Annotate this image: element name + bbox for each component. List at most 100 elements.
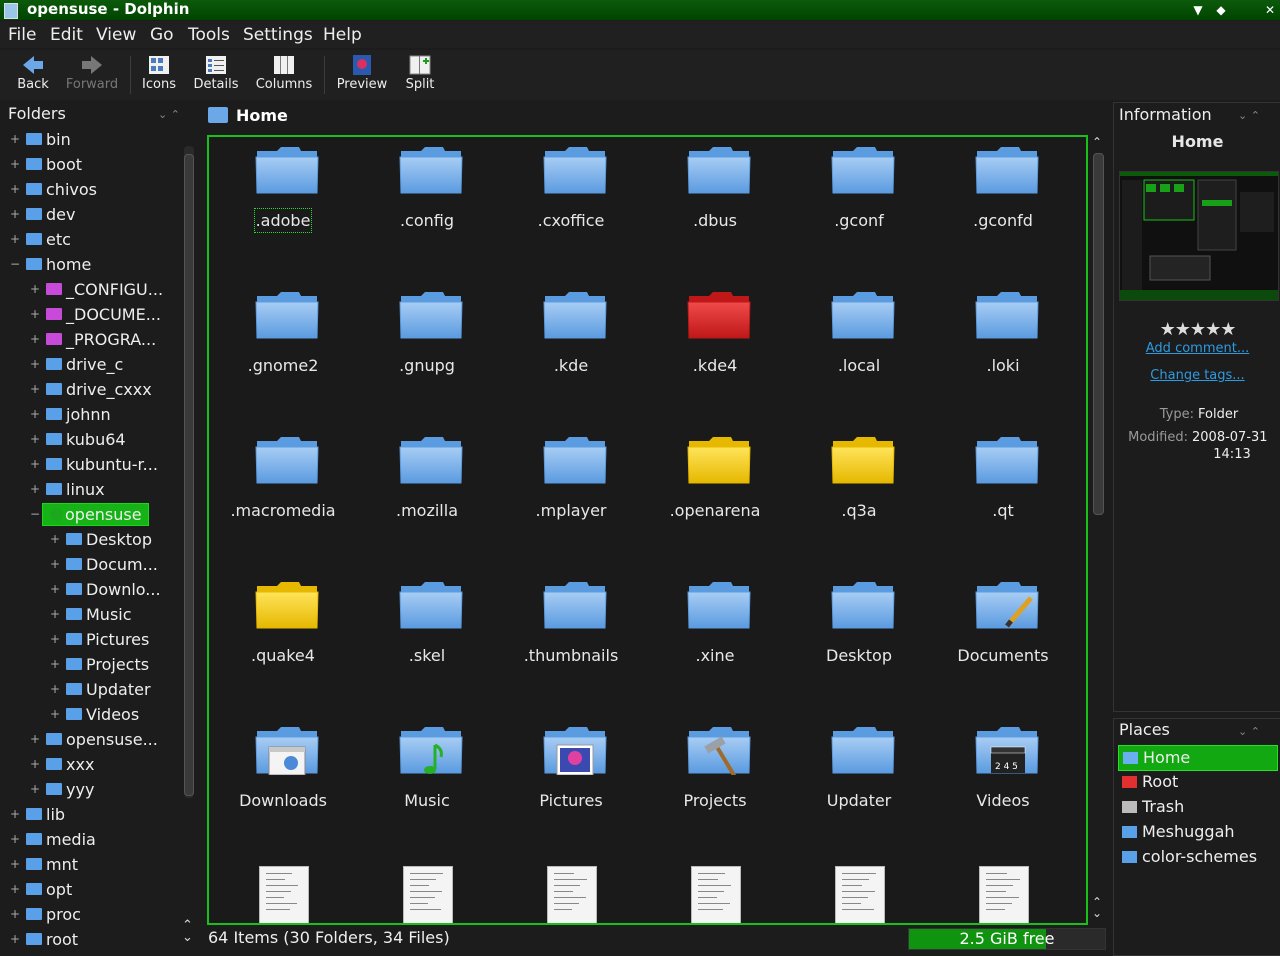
expand-icon[interactable]: + [10,227,20,252]
preview-button[interactable]: Preview [332,54,392,92]
tree-item[interactable]: + Updater [50,677,180,702]
expand-icon[interactable]: + [50,702,60,727]
expand-icon[interactable]: + [10,802,20,827]
folders-scrollbar[interactable] [184,146,194,798]
place-meshuggah[interactable]: Meshuggah [1118,820,1276,844]
place-root[interactable]: Root [1118,770,1276,794]
expand-icon[interactable]: + [30,377,40,402]
folder-item[interactable]: .quake4 [213,574,353,704]
expand-icon[interactable]: + [50,602,60,627]
tree-item[interactable]: + Videos [50,702,180,727]
folder-item[interactable]: Desktop [789,574,929,704]
tree-item[interactable]: + Desktop [50,527,180,552]
forward-button[interactable]: Forward [62,54,122,92]
tree-item[interactable]: − opensuse [30,502,180,527]
tree-item[interactable]: + lib [10,802,180,827]
minimize-icon[interactable]: ▼ [1190,2,1206,18]
tree-item[interactable]: + kubu64 [30,427,180,452]
collapse-icon[interactable]: − [10,252,20,277]
folder-item[interactable]: .adobe [213,139,353,269]
icons-view-button[interactable]: Icons [138,54,180,92]
file-item[interactable] [501,864,641,923]
folder-item[interactable]: .kde4 [645,284,785,414]
folder-item[interactable]: .loki [933,284,1073,414]
folders-scroll-arrows-icon[interactable]: ⌃ ⌄ [182,919,193,944]
tree-item[interactable]: + _CONFIGU... [30,277,180,302]
tree-item[interactable]: + proc [10,902,180,927]
expand-icon[interactable]: + [30,352,40,377]
collapse-icon[interactable]: − [30,502,40,527]
expand-icon[interactable]: + [10,827,20,852]
expand-icon[interactable]: + [30,427,40,452]
tree-item[interactable]: + boot [10,152,180,177]
folder-item[interactable]: Projects [645,719,785,849]
menu-tools[interactable]: Tools [188,25,230,45]
folder-item[interactable]: .mplayer [501,429,641,559]
maximize-icon[interactable]: ◆ [1213,2,1229,18]
expand-icon[interactable]: + [10,902,20,927]
tree-item[interactable]: + drive_c [30,352,180,377]
tree-item[interactable]: + Music [50,602,180,627]
menu-edit[interactable]: Edit [50,25,83,45]
folder-item[interactable]: Updater [789,719,929,849]
folder-item[interactable]: .skel [357,574,497,704]
panel-collapse-icon[interactable]: ⌄ ⌃ [158,108,180,121]
expand-icon[interactable]: + [10,877,20,902]
menu-go[interactable]: Go [150,25,174,45]
expand-icon[interactable]: + [30,302,40,327]
place-trash[interactable]: Trash [1118,795,1276,819]
view-scrollbar[interactable]: ⌃ ⌃ ⌄ [1092,135,1104,923]
folder-item[interactable]: .xine [645,574,785,704]
expand-icon[interactable]: + [50,577,60,602]
tree-item[interactable]: + etc [10,227,180,252]
scroll-down-icon[interactable]: ⌃ ⌄ [1092,896,1102,919]
folder-item[interactable]: .gnome2 [213,284,353,414]
folder-item[interactable]: Music [357,719,497,849]
tree-item[interactable]: + chivos [10,177,180,202]
file-item[interactable] [645,864,785,923]
folder-item[interactable]: Downloads [213,719,353,849]
change-tags-link[interactable]: Change tags... [1114,368,1280,383]
expand-icon[interactable]: + [10,127,20,152]
folder-item[interactable]: 2 4 5 Videos [933,719,1073,849]
tree-item[interactable]: + linux [30,477,180,502]
tree-item[interactable]: + opensuse... [30,727,180,752]
expand-icon[interactable]: + [30,777,40,802]
tree-item[interactable]: + opt [10,877,180,902]
expand-icon[interactable]: + [10,927,20,952]
tree-item[interactable]: + kubuntu-r... [30,452,180,477]
rating-stars[interactable]: ★★★★★ [1114,319,1280,340]
expand-icon[interactable]: + [10,202,20,227]
expand-icon[interactable]: + [50,627,60,652]
tree-item[interactable]: + root [10,927,180,952]
tree-item[interactable]: + johnn [30,402,180,427]
file-icon-view[interactable]: .adobe .config .cxoffice .dbus .gconf .gconfd… [207,135,1088,925]
file-item[interactable] [789,864,929,923]
expand-icon[interactable]: + [30,277,40,302]
tree-item[interactable]: + Pictures [50,627,180,652]
folder-item[interactable]: .cxoffice [501,139,641,269]
folder-item[interactable]: .gnupg [357,284,497,414]
tree-item[interactable]: + Downlo... [50,577,180,602]
scroll-up-icon[interactable]: ⌃ [1092,135,1102,149]
file-item[interactable] [933,864,1073,923]
expand-icon[interactable]: + [10,852,20,877]
expand-icon[interactable]: + [30,452,40,477]
tree-item[interactable]: − home [10,252,180,277]
folder-item[interactable]: .macromedia [213,429,353,559]
expand-icon[interactable]: + [30,477,40,502]
expand-icon[interactable]: + [50,552,60,577]
expand-icon[interactable]: + [30,752,40,777]
back-button[interactable]: Back [12,54,54,92]
folder-item[interactable]: .q3a [789,429,929,559]
details-view-button[interactable]: Details [190,54,242,92]
folder-item[interactable]: .kde [501,284,641,414]
file-item[interactable] [213,864,353,923]
folder-item[interactable]: .qt [933,429,1073,559]
expand-icon[interactable]: + [30,727,40,752]
folder-item[interactable]: Pictures [501,719,641,849]
split-button[interactable]: Split [400,54,440,92]
place-color-schemes[interactable]: color-schemes [1118,845,1276,869]
folder-item[interactable]: .dbus [645,139,785,269]
folder-item[interactable]: .thumbnails [501,574,641,704]
